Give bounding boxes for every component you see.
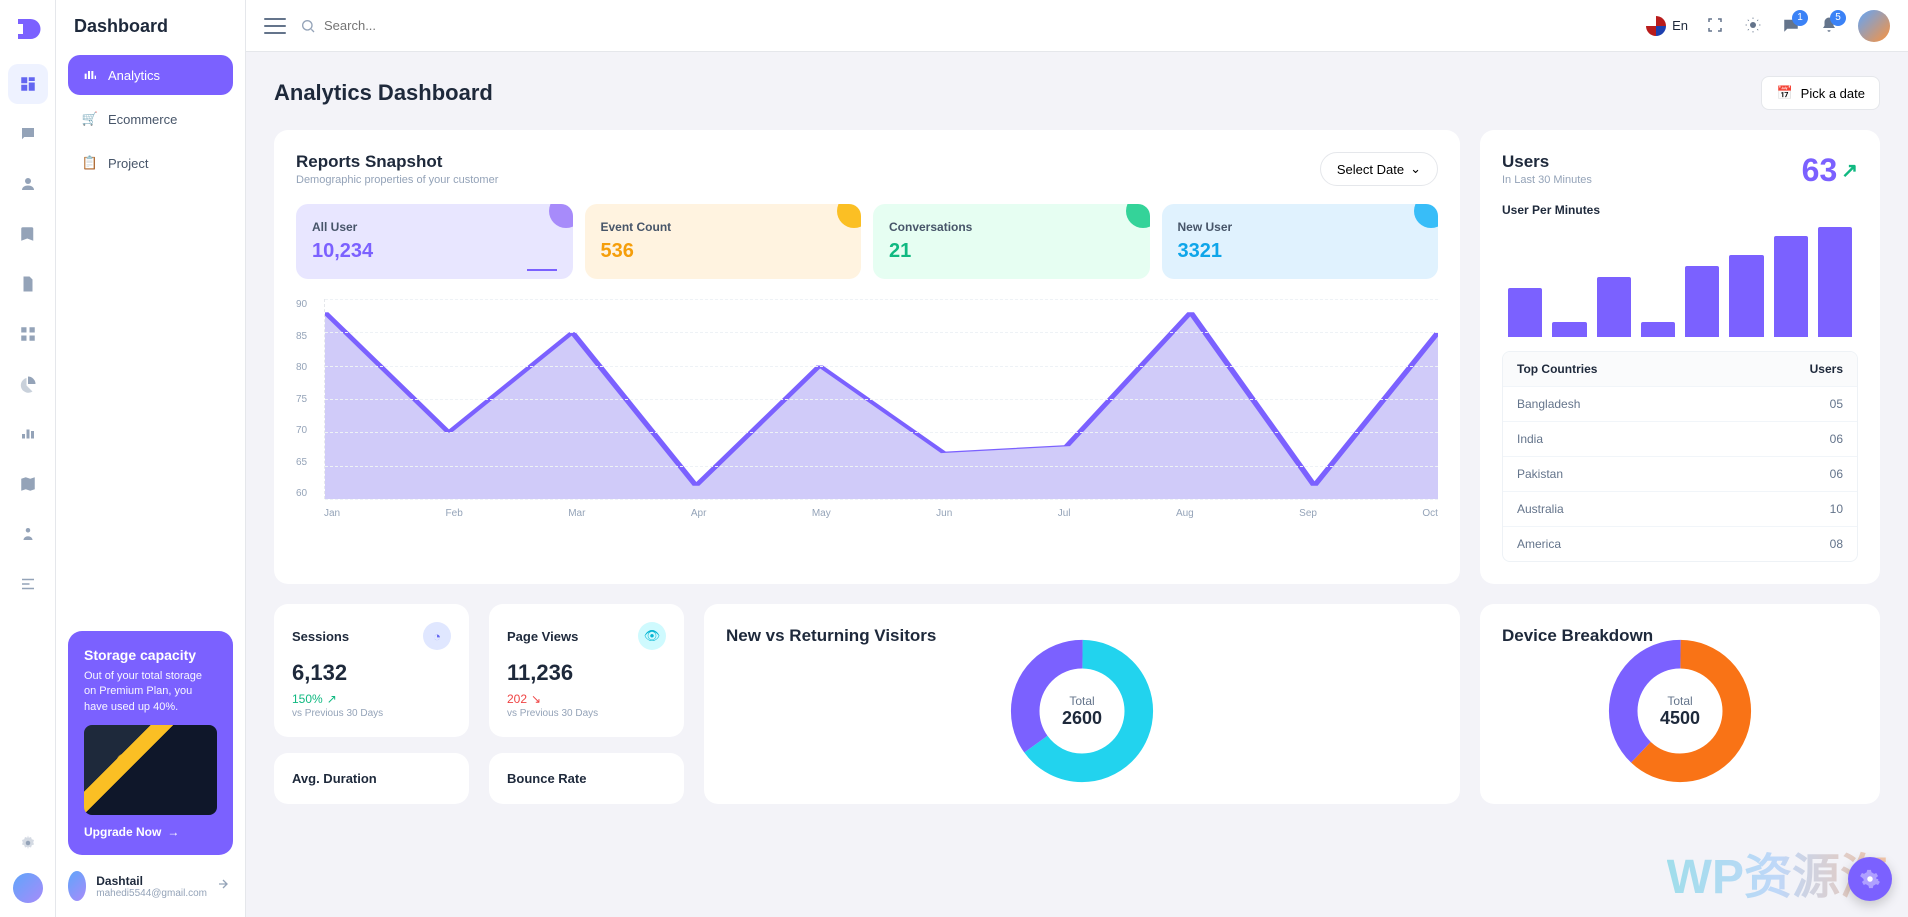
rail-book-icon[interactable] <box>8 214 48 254</box>
trend-up-icon: ↗ <box>1841 158 1858 183</box>
messages-badge: 1 <box>1792 10 1808 26</box>
visitors-card: New vs Returning Visitors Total 2600 <box>704 604 1460 804</box>
search-icon <box>300 18 316 34</box>
search-input[interactable] <box>324 18 524 33</box>
nav-ecommerce[interactable]: 🛒 Ecommerce <box>68 99 233 139</box>
bars-icon <box>82 67 98 83</box>
pageviews-card: Page Views 👁 11,236 202↘ vs Previous 30 … <box>489 604 684 737</box>
fab-settings[interactable] <box>1848 857 1892 901</box>
chevron-down-icon: ⌄ <box>1410 161 1421 177</box>
rail-avatar[interactable] <box>13 873 43 903</box>
bell-icon[interactable]: 5 <box>1820 16 1840 36</box>
eye-icon: 👁 <box>638 622 666 650</box>
rail-chat-icon[interactable] <box>8 114 48 154</box>
stat-new-user[interactable]: New User 3321 <box>1162 204 1439 279</box>
reports-subtitle: Demographic properties of your customer <box>296 174 498 186</box>
storage-image <box>84 725 217 815</box>
user-name: Dashtail <box>96 874 207 888</box>
page-title: Analytics Dashboard <box>274 80 493 106</box>
users-title: Users <box>1502 152 1592 172</box>
user-avatar[interactable] <box>68 871 86 901</box>
messages-icon[interactable]: 1 <box>1782 16 1802 36</box>
table-row: India06 <box>1503 422 1857 457</box>
col-users: Users <box>1810 362 1843 376</box>
notifications-badge: 5 <box>1830 10 1846 26</box>
upgrade-button[interactable]: Upgrade Now → <box>84 825 217 839</box>
hamburger-icon[interactable] <box>264 18 286 34</box>
storage-body: Out of your total storage on Premium Pla… <box>84 669 217 715</box>
nav-analytics[interactable]: Analytics <box>68 55 233 95</box>
select-date-dropdown[interactable]: Select Date ⌄ <box>1320 152 1438 186</box>
topbar: En 1 5 <box>246 0 1908 52</box>
fullscreen-icon[interactable] <box>1706 16 1726 36</box>
nav-label: Analytics <box>108 68 160 83</box>
rail-grid-icon[interactable] <box>8 314 48 354</box>
lang-switch[interactable]: En <box>1646 16 1688 36</box>
user-block: Dashtail mahedi5544@gmail.com <box>68 871 233 901</box>
sidebar: Dashboard Analytics 🛒 Ecommerce 📋 Projec… <box>56 0 246 917</box>
avg-duration-card: Avg. Duration <box>274 753 469 804</box>
top-avatar[interactable] <box>1858 10 1890 42</box>
users-subtitle: In Last 30 Minutes <box>1502 174 1592 186</box>
table-row: Australia10 <box>1503 492 1857 527</box>
col-country: Top Countries <box>1517 362 1597 376</box>
pick-date-button[interactable]: 📅 Pick a date <box>1761 76 1880 110</box>
devices-card: Device Breakdown Total 4500 <box>1480 604 1880 804</box>
table-row: Bangladesh05 <box>1503 387 1857 422</box>
arrow-right-icon: → <box>167 825 179 839</box>
rail-pie-icon[interactable] <box>8 364 48 404</box>
rail-map-icon[interactable] <box>8 464 48 504</box>
gear-icon <box>1859 868 1881 890</box>
table-row: America08 <box>1503 527 1857 561</box>
rail-gear-icon[interactable] <box>8 823 48 863</box>
area-chart: 90858075706560 JanFebMarAprMayJunJulAugS… <box>296 299 1438 519</box>
table-row: Pakistan06 <box>1503 457 1857 492</box>
nav-project[interactable]: 📋 Project <box>68 143 233 183</box>
reports-snapshot-card: Reports Snapshot Demographic properties … <box>274 130 1460 584</box>
stat-conversations[interactable]: Conversations 21 <box>873 204 1150 279</box>
search-box[interactable] <box>300 18 1632 34</box>
logout-icon[interactable] <box>217 876 233 897</box>
rail-dashboard-icon[interactable] <box>8 64 48 104</box>
users-card: Users In Last 30 Minutes 63 ↗ User Per M… <box>1480 130 1880 584</box>
sessions-card: Sessions ◔ 6,132 150%↗ vs Previous 30 Da… <box>274 604 469 737</box>
app-logo <box>13 14 43 44</box>
calendar-icon: 📅 <box>1776 85 1792 101</box>
stat-event-count[interactable]: Event Count 536 <box>585 204 862 279</box>
icon-rail <box>0 0 56 917</box>
bounce-card: Bounce Rate <box>489 753 684 804</box>
rail-file-icon[interactable] <box>8 264 48 304</box>
storage-title: Storage capacity <box>84 647 217 663</box>
trend-up-icon: ↗ <box>327 692 337 706</box>
theme-icon[interactable] <box>1744 16 1764 36</box>
nav-label: Ecommerce <box>108 112 177 127</box>
rail-chart-icon[interactable] <box>8 414 48 454</box>
rail-user-icon[interactable] <box>8 164 48 204</box>
nav-label: Project <box>108 156 148 171</box>
stat-all-user[interactable]: All User 10,234 <box>296 204 573 279</box>
rail-person-icon[interactable] <box>8 514 48 554</box>
storage-card: Storage capacity Out of your total stora… <box>68 631 233 855</box>
pie-icon: ◔ <box>423 622 451 650</box>
rail-menu-icon[interactable] <box>8 564 48 604</box>
user-per-minutes-label: User Per Minutes <box>1502 203 1858 217</box>
flag-icon <box>1646 16 1666 36</box>
sidebar-title: Dashboard <box>68 16 233 37</box>
cart-icon: 🛒 <box>82 111 98 127</box>
bar-chart <box>1502 227 1858 337</box>
trend-down-icon: ↘ <box>531 692 541 706</box>
clipboard-icon: 📋 <box>82 155 98 171</box>
user-email: mahedi5544@gmail.com <box>96 888 207 899</box>
users-count: 63 ↗ <box>1802 152 1858 189</box>
reports-title: Reports Snapshot <box>296 152 498 172</box>
countries-table: Top Countries Users Bangladesh05India06P… <box>1502 351 1858 562</box>
